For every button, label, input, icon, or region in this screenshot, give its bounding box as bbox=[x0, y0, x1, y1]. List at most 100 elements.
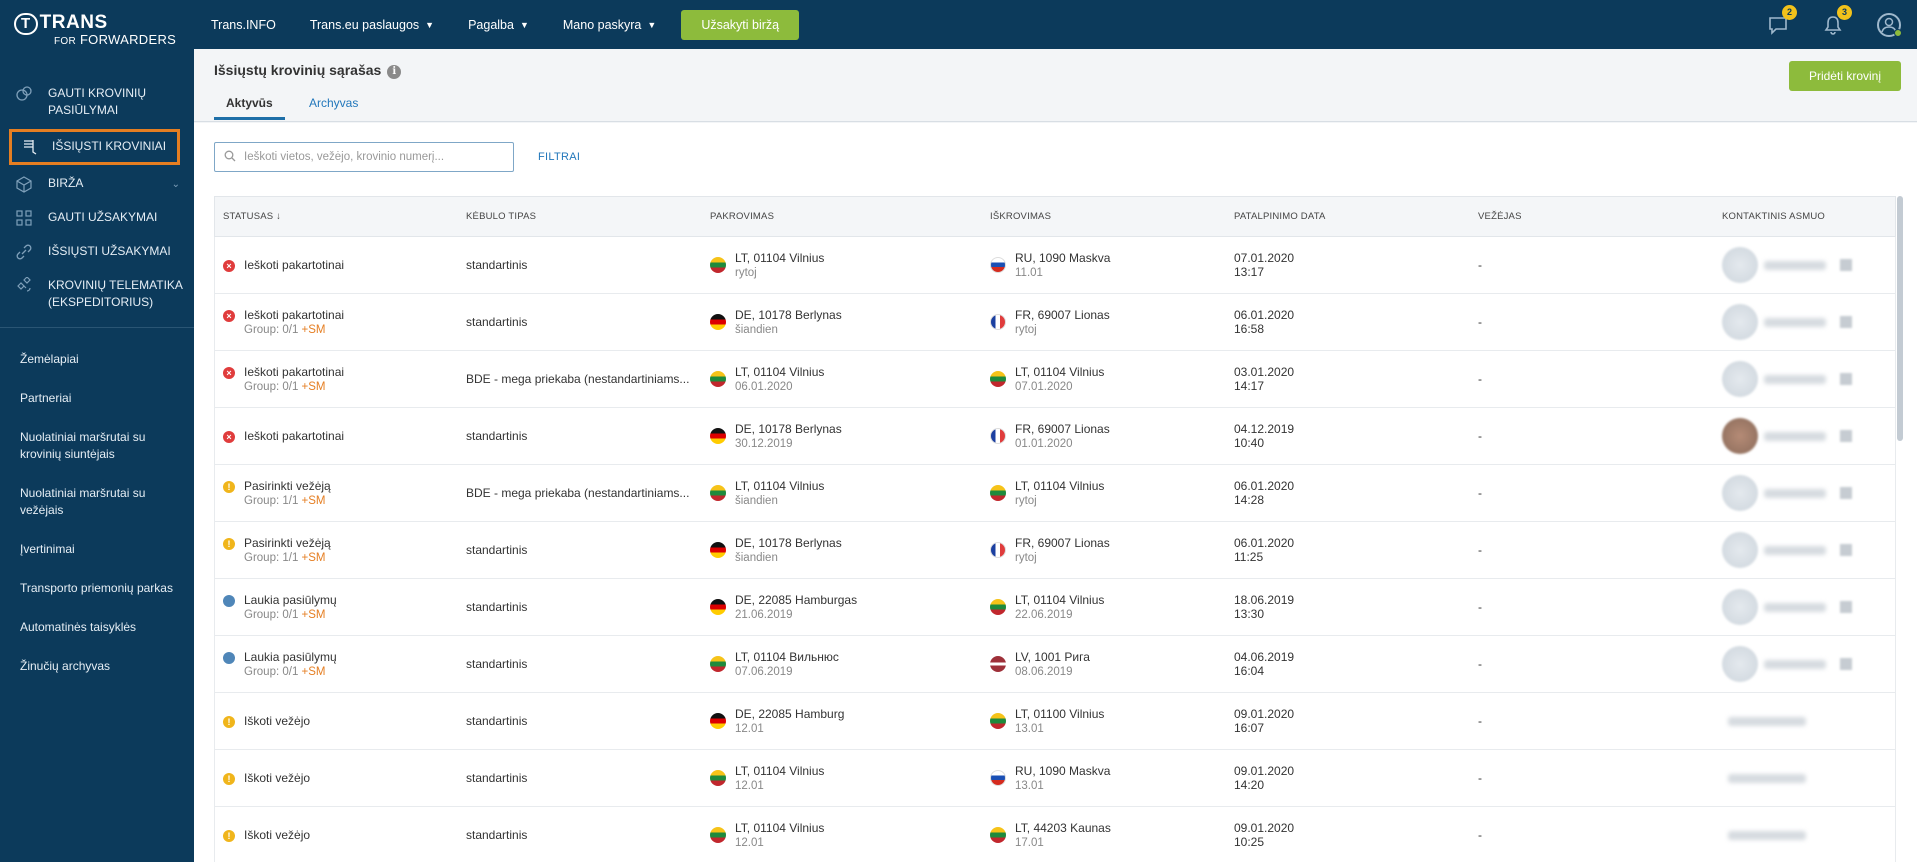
unloading-cell: LT, 01104 Vilnius rytoj bbox=[982, 479, 1226, 507]
sm-link[interactable]: +SM bbox=[302, 552, 326, 564]
table-row[interactable]: ! Iškoti vežėjo standartinis DE, 22085 Hamb… bbox=[214, 693, 1896, 750]
table-row[interactable]: × Ieškoti pakartotinai standartinis LT, 011… bbox=[214, 237, 1896, 294]
cancel-status-icon: × bbox=[223, 431, 235, 443]
unloading-place: FR, 69007 Lionas bbox=[1015, 536, 1110, 550]
sidebar-sub-item-5[interactable]: Transporto priemonių parkas bbox=[0, 573, 194, 606]
table-row[interactable]: ! Iškoti vežėjo standartinis LT, 01104 Viln… bbox=[214, 750, 1896, 807]
sidebar-item-1[interactable]: IŠSIŲSTI KROVINIAI bbox=[9, 129, 180, 165]
post-time: 10:25 bbox=[1234, 835, 1265, 849]
order-exchange-button[interactable]: Užsakyti biržą bbox=[681, 9, 800, 40]
contact-chat-icon[interactable] bbox=[1840, 373, 1852, 385]
tab-archive[interactable]: Archyvas bbox=[297, 96, 370, 117]
top-link-help[interactable]: Pagalba ▼ bbox=[451, 18, 546, 32]
loading-place: LT, 01104 Vilnius bbox=[735, 365, 825, 379]
group-label: Group: 1/1 +SM bbox=[244, 552, 326, 564]
sidebar-item-4[interactable]: IŠSIŲSTI UŽSAKYMAI bbox=[0, 235, 194, 269]
top-link-account[interactable]: Mano paskyra ▼ bbox=[546, 18, 673, 32]
sidebar-sub-nav: Žemėlapiai Partneriai Nuolatiniai maršruta… bbox=[0, 328, 194, 684]
group-label: Group: 0/1 +SM bbox=[244, 666, 326, 678]
user-avatar-icon[interactable] bbox=[1877, 12, 1902, 37]
post-date: 07.01.2020 bbox=[1234, 251, 1295, 265]
table-row[interactable]: ! Pasirinkti vežėją Group: 1/1 +SM standart… bbox=[214, 522, 1896, 579]
loading-text: LT, 01104 Vilnius 06.01.2020 bbox=[735, 365, 824, 393]
notifications-badge: 3 bbox=[1837, 4, 1852, 20]
contact-cell bbox=[1714, 361, 1896, 397]
contact-chat-icon[interactable] bbox=[1840, 544, 1852, 556]
loading-cell: LT, 01104 Вильнюс 07.06.2019 bbox=[702, 650, 982, 678]
sidebar-item-2[interactable]: BIRŽA ⌄ bbox=[0, 167, 194, 201]
header-status[interactable]: STATUSAS ↓ bbox=[215, 211, 458, 222]
contact-avatar bbox=[1722, 589, 1758, 625]
bell-icon[interactable]: 3 bbox=[1822, 4, 1852, 36]
sidebar-item-3[interactable]: GAUTI UŽSAKYMAI bbox=[0, 201, 194, 235]
contact-chat-icon[interactable] bbox=[1840, 259, 1852, 271]
loading-text: LT, 01104 Vilnius 12.01 bbox=[735, 821, 824, 849]
sidebar-sub-item-6[interactable]: Automatinės taisyklės bbox=[0, 612, 194, 645]
scrollbar[interactable] bbox=[1897, 196, 1903, 441]
sm-link[interactable]: +SM bbox=[302, 666, 326, 678]
contact-chat-icon[interactable] bbox=[1840, 430, 1852, 442]
group-label: Group: 0/1 +SM bbox=[244, 609, 326, 621]
unloading-date: 22.06.2019 bbox=[1015, 609, 1073, 621]
sidebar-item-label: IŠSIŲSTI KROVINIAI bbox=[52, 139, 167, 153]
contact-cell bbox=[1714, 830, 1896, 840]
contact-chat-icon[interactable] bbox=[1840, 658, 1852, 670]
sm-link[interactable]: +SM bbox=[302, 495, 326, 507]
contact-chat-icon[interactable] bbox=[1840, 601, 1852, 613]
post-time: 16:58 bbox=[1234, 322, 1265, 336]
sidebar-sub-item-3[interactable]: Nuolatiniai maršrutai su vežėjais bbox=[0, 478, 194, 528]
sm-link[interactable]: +SM bbox=[302, 381, 326, 393]
page-title: Išsiųstų krovinių sąrašas i bbox=[214, 62, 402, 79]
table-row[interactable]: × Ieškoti pakartotinai Group: 0/1 +SM stand… bbox=[214, 294, 1896, 351]
flag-lt-icon bbox=[710, 770, 726, 786]
status-text-wrap: Pasirinkti vežėją Group: 1/1 +SM bbox=[244, 479, 331, 507]
unloading-place: FR, 69007 Lionas bbox=[1015, 422, 1110, 436]
table-row[interactable]: ! Iškoti vežėjo standartinis LT, 01104 Viln… bbox=[214, 807, 1896, 862]
tab-active[interactable]: Aktyvūs bbox=[214, 96, 285, 120]
contact-name-blurred bbox=[1764, 602, 1826, 612]
filters-button[interactable]: FILTRAI bbox=[538, 151, 580, 163]
add-cargo-button[interactable]: Pridėti krovinį bbox=[1788, 61, 1901, 91]
top-link-transinfo[interactable]: Trans.INFO bbox=[194, 18, 293, 32]
sidebar-sub-item-1[interactable]: Partneriai bbox=[0, 383, 194, 416]
status-text-wrap: Ieškoti pakartotinai Group: 0/1 +SM bbox=[244, 365, 344, 393]
table-row[interactable]: Laukia pasiūlymų Group: 0/1 +SM standartin… bbox=[214, 636, 1896, 693]
unloading-text: FR, 69007 Lionas rytoj bbox=[1015, 308, 1110, 336]
unloading-place: LT, 01104 Vilnius bbox=[1015, 593, 1105, 607]
top-link-services[interactable]: Trans.eu paslaugos ▼ bbox=[293, 18, 451, 32]
status-label: Ieškoti pakartotinai bbox=[244, 365, 345, 379]
sidebar-sub-item-2[interactable]: Nuolatiniai maršrutai su krovinių siuntė… bbox=[0, 422, 194, 472]
messages-icon[interactable]: 2 bbox=[1767, 4, 1797, 36]
unloading-text: LT, 01100 Vilnius 13.01 bbox=[1015, 707, 1104, 735]
chevron-down-icon[interactable]: ⌄ bbox=[172, 176, 180, 193]
loading-cell: LT, 01104 Vilnius rytoj bbox=[702, 251, 982, 279]
loading-cell: DE, 10178 Berlynas šiandien bbox=[702, 308, 982, 336]
body-type-cell: standartinis bbox=[466, 258, 528, 272]
contact-chat-icon[interactable] bbox=[1840, 487, 1852, 499]
search-input[interactable]: Ieškoti vietos, vežėjo, krovinio numerį.… bbox=[214, 142, 514, 172]
sidebar-sub-item-4[interactable]: Įvertinimai bbox=[0, 534, 194, 567]
info-icon[interactable]: i bbox=[387, 65, 402, 79]
page-title-text: Išsiųstų krovinių sąrašas bbox=[214, 62, 382, 78]
table-row[interactable]: × Ieškoti pakartotinai Group: 0/1 +SM BDE -… bbox=[214, 351, 1896, 408]
sm-link[interactable]: +SM bbox=[302, 609, 326, 621]
trans-logo[interactable]: T TRANS FOR FORWARDERS bbox=[0, 0, 194, 57]
contact-cell bbox=[1714, 304, 1896, 340]
sidebar-item-0[interactable]: GAUTI KROVINIŲ PASIŪLYMAI bbox=[0, 77, 194, 127]
unloading-place: LT, 01100 Vilnius bbox=[1015, 707, 1105, 721]
table-row[interactable]: ! Pasirinkti vežėją Group: 1/1 +SM BDE - me… bbox=[214, 465, 1896, 522]
table-row[interactable]: × Ieškoti pakartotinai standartinis DE, 101… bbox=[214, 408, 1896, 465]
table-row[interactable]: Laukia pasiūlymų Group: 0/1 +SM standartin… bbox=[214, 579, 1896, 636]
sidebar-sub-item-0[interactable]: Žemėlapiai bbox=[0, 344, 194, 377]
unloading-place: FR, 69007 Lionas bbox=[1015, 308, 1110, 322]
sidebar-sub-item-7[interactable]: Žinučių archyvas bbox=[0, 651, 194, 684]
sidebar-item-5[interactable]: KROVINIŲ TELEMATIKA (EKSPEDITORIUS) bbox=[0, 269, 194, 319]
flag-de-icon bbox=[710, 599, 726, 615]
logo-forwarders: FORWARDERS bbox=[79, 32, 177, 47]
flag-lt-icon bbox=[990, 827, 1006, 843]
contact-name-blurred bbox=[1764, 431, 1826, 441]
sm-link[interactable]: +SM bbox=[302, 324, 326, 336]
status-cell: ! Pasirinkti vežėją Group: 1/1 +SM bbox=[215, 536, 458, 564]
contact-chat-icon[interactable] bbox=[1840, 316, 1852, 328]
contact-name-blurred bbox=[1764, 545, 1826, 555]
